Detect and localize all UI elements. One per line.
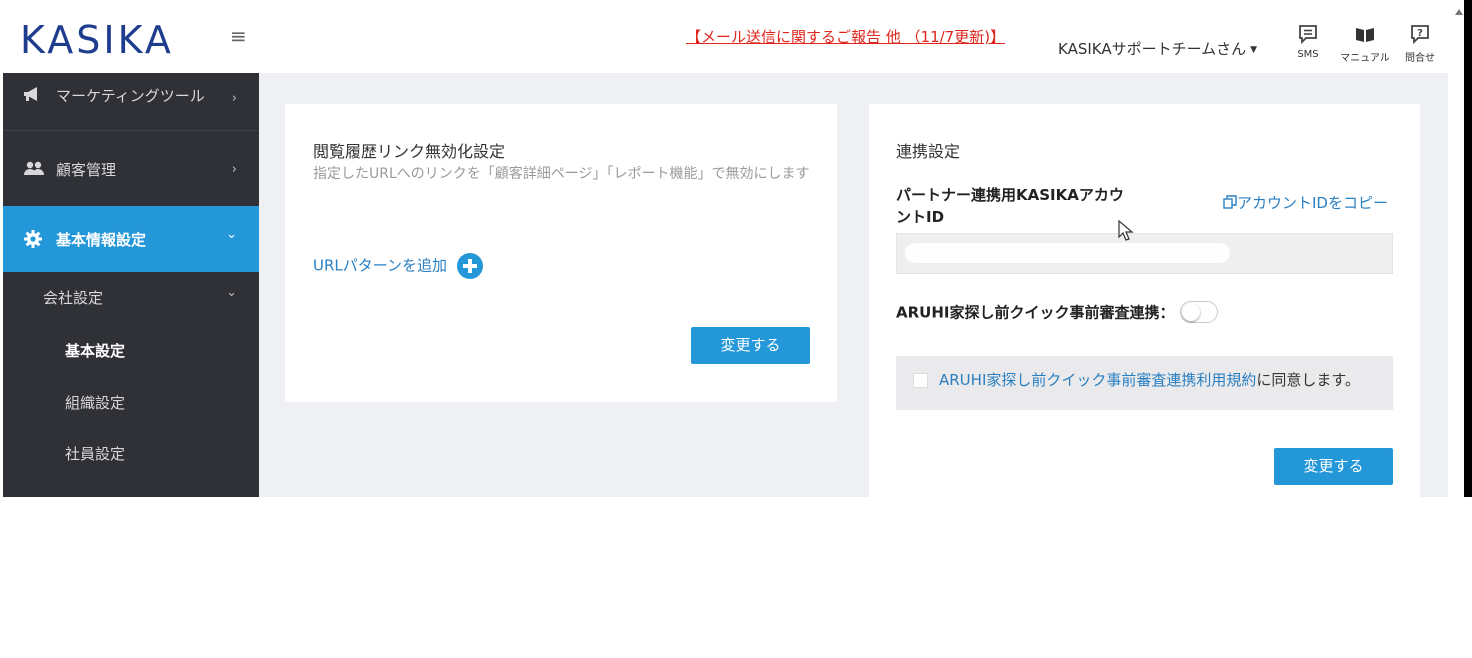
inquiry-button[interactable]: ? 問合せ bbox=[1400, 24, 1440, 64]
sidebar-item-employees[interactable]: 社員設定 bbox=[3, 428, 259, 480]
history-save-button[interactable]: 変更する bbox=[691, 327, 810, 364]
book-icon bbox=[1356, 28, 1374, 42]
caret-down-icon: ▼ bbox=[1250, 44, 1258, 55]
integration-save-button[interactable]: 変更する bbox=[1274, 448, 1393, 485]
sidebar-item-label: 基本設定 bbox=[65, 342, 126, 360]
sidebar-item-label: マーケティングツール bbox=[56, 87, 205, 105]
menu-toggle-icon[interactable]: ≡ bbox=[230, 24, 247, 48]
mouse-cursor-icon bbox=[1118, 220, 1134, 241]
terms-agree-text: ARUHI家探し前クイック事前審査連携利用規約に同意します。 bbox=[939, 369, 1360, 390]
sidebar-item-company-settings[interactable]: 会社設定 ⌄ bbox=[3, 272, 259, 326]
inquiry-label: 問合せ bbox=[1405, 53, 1435, 64]
terms-agreement-box: ARUHI家探し前クイック事前審査連携利用規約に同意します。 bbox=[896, 356, 1393, 410]
card-title: 連携設定 bbox=[896, 142, 961, 161]
card-description: 指定したURLへのリンクを「顧客詳細ページ」「レポート機能」で無効にします bbox=[313, 166, 810, 182]
copy-icon bbox=[1223, 195, 1237, 209]
sidebar-item-label: 基本情報設定 bbox=[56, 231, 147, 249]
add-url-pattern-button[interactable]: URLパターンを追加 bbox=[313, 253, 484, 279]
scrollbar-track[interactable] bbox=[1464, 0, 1472, 497]
toggle-knob bbox=[1182, 303, 1201, 321]
terms-agree-checkbox[interactable] bbox=[913, 373, 928, 388]
user-name: KASIKAサポートチームさん bbox=[1058, 40, 1247, 58]
partner-account-id-label: パートナー連携用KASIKAアカウントID bbox=[896, 186, 1124, 226]
sidebar-item-basic-info[interactable]: 基本情報設定 ⌄ bbox=[3, 206, 259, 272]
terms-agree-suffix: に同意します。 bbox=[1256, 371, 1360, 389]
megaphone-icon bbox=[24, 87, 37, 101]
chevron-right-icon: › bbox=[231, 162, 237, 177]
sidebar-item-label: 社員設定 bbox=[65, 445, 126, 463]
sidebar-item-marketing[interactable]: マーケティングツール › bbox=[3, 73, 259, 130]
kasika-logo[interactable]: KASIKA bbox=[20, 18, 174, 62]
sidebar-item-customers[interactable]: 顧客管理 › bbox=[3, 131, 259, 205]
copy-account-id-label: アカウントIDをコピー bbox=[1237, 194, 1388, 212]
sidebar-item-label: 顧客管理 bbox=[56, 161, 117, 179]
sidebar-item-label: 組織設定 bbox=[65, 394, 126, 412]
sms-button[interactable]: SMS bbox=[1288, 24, 1328, 60]
history-link-settings-card: 閲覧履歴リンク無効化設定 指定したURLへのリンクを「顧客詳細ページ」「レポート… bbox=[285, 104, 837, 402]
aruhi-integration-toggle[interactable] bbox=[1180, 301, 1219, 323]
chevron-right-icon: › bbox=[231, 91, 237, 106]
sms-label: SMS bbox=[1297, 49, 1319, 60]
sidebar-item-basic-settings[interactable]: 基本設定 bbox=[3, 326, 259, 376]
top-header: KASIKA ≡ 【メール送信に関するご報告 他 （11/7更新)】 KASIK… bbox=[0, 0, 1448, 73]
terms-link[interactable]: ARUHI家探し前クイック事前審査連携利用規約 bbox=[939, 371, 1256, 389]
add-url-pattern-label: URLパターンを追加 bbox=[313, 256, 448, 275]
sidebar: マーケティングツール › 顧客管理 › 基本情報設定 ⌄ 会社設定 ⌄ 基本設定… bbox=[0, 73, 259, 497]
scroll-up-arrow-icon[interactable] bbox=[1455, 9, 1463, 15]
plus-circle-icon bbox=[457, 253, 484, 279]
aruhi-integration-row: ARUHI家探し前クイック事前審査連携： bbox=[896, 301, 1219, 323]
sidebar-item-organization[interactable]: 組織設定 bbox=[3, 376, 259, 428]
manual-label: マニュアル bbox=[1340, 53, 1390, 64]
sidebar-item-label: 会社設定 bbox=[43, 289, 104, 307]
gear-icon bbox=[24, 230, 42, 248]
user-menu[interactable]: KASIKAサポートチームさん ▼ bbox=[1058, 38, 1257, 59]
question-icon: ? bbox=[1411, 25, 1429, 44]
notice-link[interactable]: 【メール送信に関するご報告 他 （11/7更新)】 bbox=[686, 26, 1005, 47]
app-window: KASIKA ≡ 【メール送信に関するご報告 他 （11/7更新)】 KASIK… bbox=[0, 0, 1472, 497]
scrollbar[interactable] bbox=[1448, 0, 1472, 497]
people-icon bbox=[24, 161, 44, 175]
svg-text:?: ? bbox=[1417, 28, 1423, 39]
chevron-down-icon: ⌄ bbox=[226, 227, 237, 242]
masked-account-id bbox=[905, 243, 1230, 263]
chevron-down-icon: ⌄ bbox=[226, 285, 237, 300]
aruhi-integration-label: ARUHI家探し前クイック事前審査連携： bbox=[896, 303, 1175, 322]
sms-icon bbox=[1299, 25, 1317, 44]
integration-settings-card: 連携設定 パートナー連携用KASIKAアカウントID アカウントIDをコピー A… bbox=[869, 104, 1420, 497]
manual-button[interactable]: マニュアル bbox=[1340, 24, 1390, 64]
copy-account-id-link[interactable]: アカウントIDをコピー bbox=[1223, 192, 1388, 213]
partner-account-id-field[interactable] bbox=[896, 233, 1393, 274]
card-title: 閲覧履歴リンク無効化設定 bbox=[313, 142, 506, 161]
